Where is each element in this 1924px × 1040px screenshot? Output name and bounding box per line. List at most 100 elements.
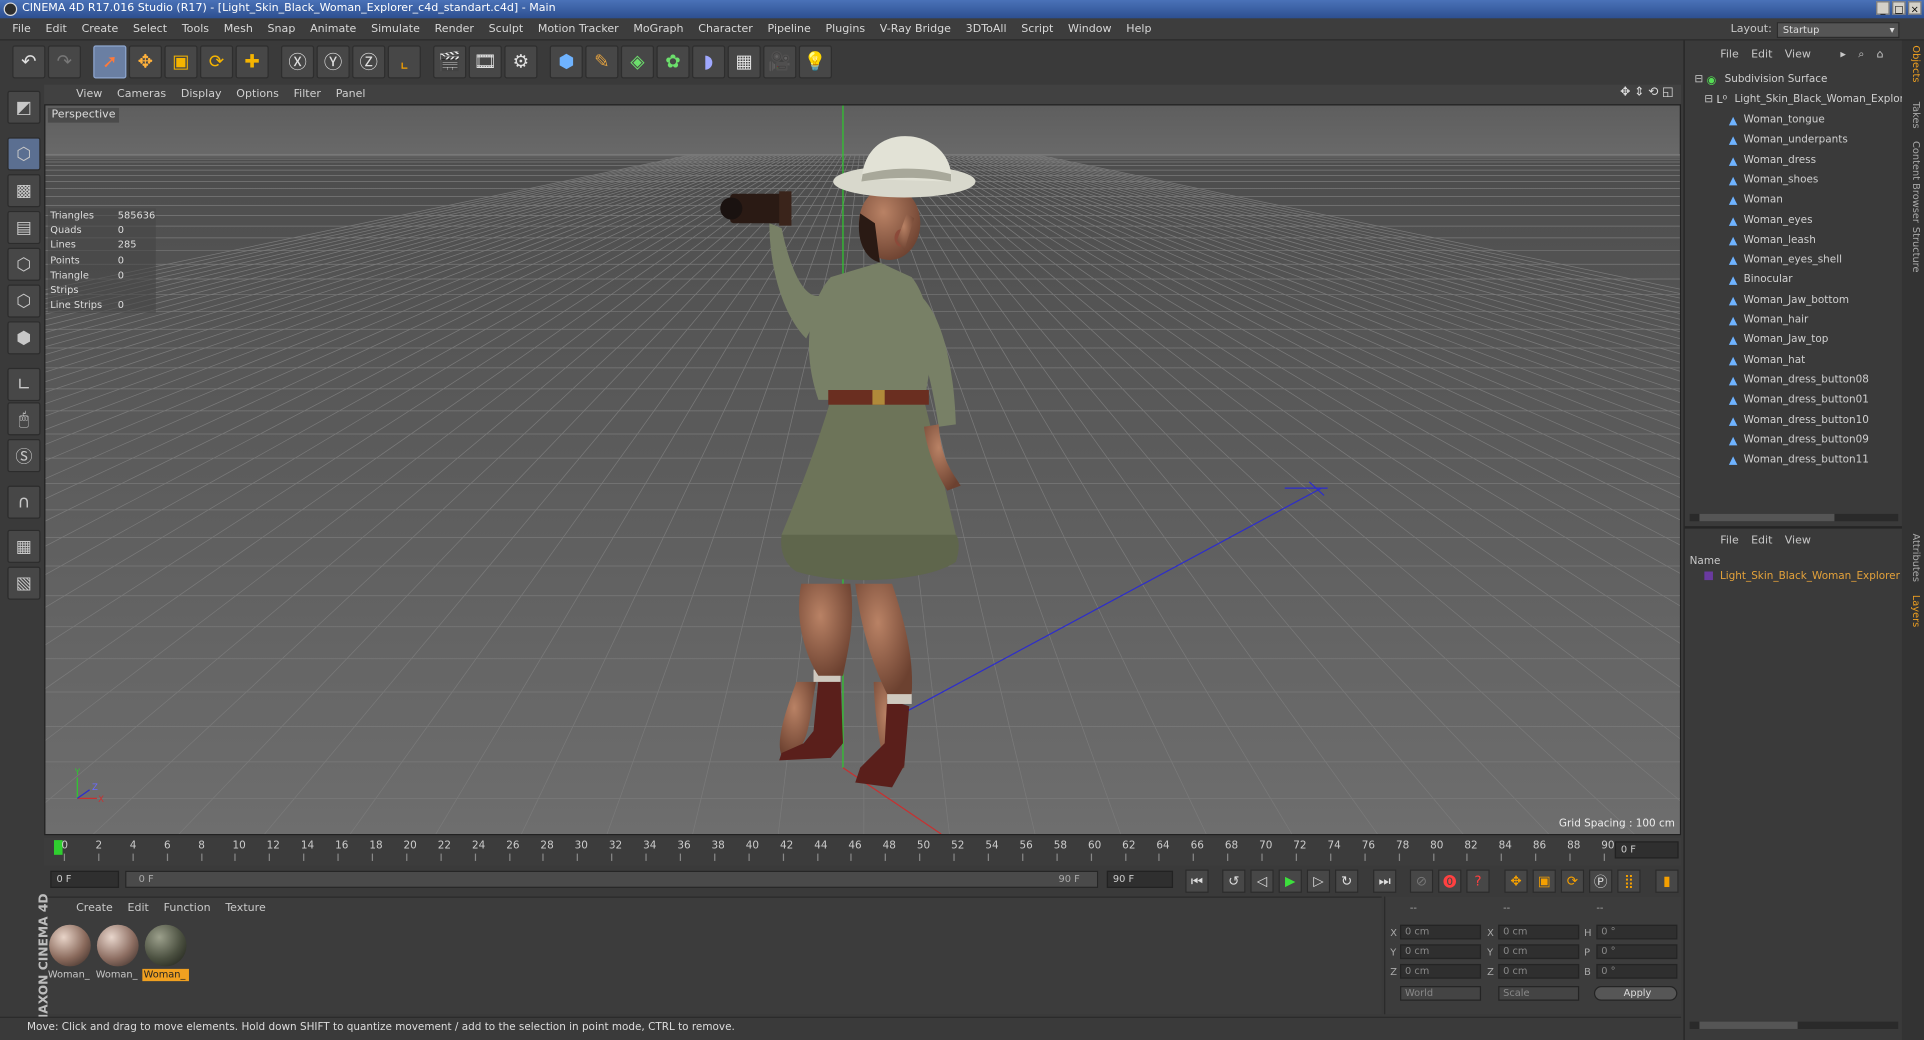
menu-help[interactable]: Help bbox=[1119, 18, 1159, 40]
layers-menu-edit[interactable]: Edit bbox=[1745, 535, 1779, 547]
pos-y-input[interactable]: 0 cm bbox=[1400, 944, 1482, 960]
undo-icon[interactable]: ↶ bbox=[12, 44, 46, 78]
material-menu-create[interactable]: Create bbox=[69, 903, 120, 915]
tweak-mode-icon[interactable]: 🖱 bbox=[7, 402, 41, 436]
solo-mode-icon[interactable]: Ⓢ bbox=[7, 439, 41, 473]
next-key-icon[interactable]: ↻ bbox=[1335, 869, 1359, 893]
deformer-icon[interactable]: ◗ bbox=[692, 44, 726, 78]
tab-layers[interactable]: Layers bbox=[1904, 595, 1922, 627]
object-row[interactable]: ▲ Woman bbox=[1685, 190, 1903, 210]
key-rotation-icon[interactable]: ⟳ bbox=[1560, 869, 1585, 893]
key-point-level-icon[interactable]: ⣿ bbox=[1617, 869, 1641, 893]
model-mode-icon[interactable]: ⬡ bbox=[7, 137, 41, 171]
viewport-menu-cameras[interactable]: Cameras bbox=[110, 88, 174, 100]
menu-script[interactable]: Script bbox=[1014, 18, 1061, 40]
viewport-menu-options[interactable]: Options bbox=[229, 88, 286, 100]
layers-horizontal-scrollbar[interactable] bbox=[1689, 1021, 1899, 1029]
layers-menu-file[interactable]: File bbox=[1714, 535, 1745, 547]
objects-menu-view[interactable]: View bbox=[1779, 49, 1817, 61]
current-frame-field[interactable]: 0 F bbox=[1614, 841, 1679, 859]
object-row[interactable]: ▲ Woman_dress_button09 bbox=[1685, 430, 1903, 450]
timeline-ruler[interactable]: 0 F 0 2 4 6 8 10 12 14 16 18 20 22 24 26 28 30 32 34 36 38 4… bbox=[44, 837, 1682, 866]
menu-mograph[interactable]: MoGraph bbox=[626, 18, 691, 40]
tab-content-browser[interactable]: Content Browser bbox=[1904, 141, 1922, 223]
axis-mode-icon[interactable]: ∟ bbox=[7, 367, 41, 402]
menu-3dtoall[interactable]: 3DToAll bbox=[958, 18, 1014, 40]
texture-mode-icon[interactable]: ▩ bbox=[7, 174, 41, 208]
go-to-end-icon[interactable]: ⏭ bbox=[1373, 869, 1397, 893]
menu-render[interactable]: Render bbox=[427, 18, 481, 40]
make-editable-icon[interactable]: ◩ bbox=[7, 90, 41, 124]
rot-h-input[interactable]: 0 ° bbox=[1596, 924, 1678, 940]
viewport-menu-display[interactable]: Display bbox=[173, 88, 228, 100]
menu-animate[interactable]: Animate bbox=[303, 18, 364, 40]
menu-tools[interactable]: Tools bbox=[174, 18, 216, 40]
material-menu-edit[interactable]: Edit bbox=[120, 903, 156, 915]
play-forward-icon[interactable]: ▶ bbox=[1278, 869, 1302, 893]
object-row[interactable]: ▲ Woman_dress_button10 bbox=[1685, 410, 1903, 430]
rot-p-input[interactable]: 0 ° bbox=[1596, 944, 1678, 960]
key-scale-icon[interactable]: ▣ bbox=[1532, 869, 1556, 893]
menu-mesh[interactable]: Mesh bbox=[216, 18, 260, 40]
menu-sculpt[interactable]: Sculpt bbox=[481, 18, 530, 40]
material-menu-texture[interactable]: Texture bbox=[218, 903, 273, 915]
floor-scene-icon[interactable]: ▦ bbox=[727, 44, 761, 78]
tab-attributes[interactable]: Attributes bbox=[1904, 533, 1922, 581]
keyframe-selection-icon[interactable]: ? bbox=[1466, 869, 1490, 893]
move-tool-icon[interactable]: ✥ bbox=[128, 44, 162, 78]
menu-window[interactable]: Window bbox=[1061, 18, 1119, 40]
layer-row[interactable]: Light_Skin_Black_Woman_Explorer bbox=[1685, 567, 1903, 587]
object-row-group[interactable]: ⊟ L⁰ Light_Skin_Black_Woman_Explorer bbox=[1685, 90, 1914, 110]
viewport-menu-panel[interactable]: Panel bbox=[328, 88, 373, 100]
snap-icon[interactable]: ∩ bbox=[7, 485, 41, 519]
object-row[interactable]: ▲ Woman_dress_button08 bbox=[1685, 370, 1903, 390]
object-row[interactable]: ▲ Woman_underpants bbox=[1685, 130, 1903, 150]
y-axis-lock-icon[interactable]: Ⓨ bbox=[316, 44, 350, 78]
key-parameter-icon[interactable]: Ⓟ bbox=[1589, 869, 1613, 893]
minimize-button[interactable]: _ bbox=[1876, 1, 1890, 15]
tab-takes[interactable]: Takes bbox=[1904, 102, 1922, 129]
z-axis-lock-icon[interactable]: Ⓩ bbox=[352, 44, 386, 78]
objects-home-icon[interactable]: ⌂ bbox=[1871, 49, 1890, 61]
viewport-rotate-icon[interactable]: ⟲ bbox=[1648, 86, 1658, 99]
cloner-icon[interactable]: ✿ bbox=[656, 44, 690, 78]
x-axis-lock-icon[interactable]: Ⓧ bbox=[280, 44, 315, 78]
scale-tool-icon[interactable]: ▣ bbox=[164, 44, 198, 78]
apply-button[interactable]: Apply bbox=[1593, 986, 1678, 1001]
menu-character[interactable]: Character bbox=[691, 18, 760, 40]
maximize-button[interactable]: □ bbox=[1892, 1, 1906, 15]
timeline-window-icon[interactable]: ▮ bbox=[1655, 869, 1679, 893]
menu-file[interactable]: File bbox=[5, 18, 38, 40]
viewport-menu-view[interactable]: View bbox=[69, 88, 110, 100]
go-to-start-icon[interactable]: ⏮ bbox=[1185, 869, 1209, 893]
render-settings-icon[interactable]: ⚙ bbox=[504, 44, 538, 78]
viewport-camera-label[interactable]: Perspective bbox=[47, 107, 120, 123]
key-position-icon[interactable]: ✥ bbox=[1504, 869, 1528, 893]
rot-b-input[interactable]: 0 ° bbox=[1596, 963, 1678, 979]
objects-arrow-icon[interactable]: ▸ bbox=[1834, 49, 1852, 61]
start-frame-field[interactable]: 0 F bbox=[50, 870, 120, 888]
light-icon[interactable]: 💡 bbox=[798, 44, 832, 78]
collapse-icon[interactable]: ⊟ bbox=[1704, 93, 1713, 105]
previous-key-icon[interactable]: ↺ bbox=[1222, 869, 1246, 893]
object-row[interactable]: ▲ Woman_eyes bbox=[1685, 210, 1903, 230]
menu-edit[interactable]: Edit bbox=[38, 18, 74, 40]
render-view-icon[interactable]: 🎬 bbox=[433, 44, 467, 78]
viewport-zoom-icon[interactable]: ⇕ bbox=[1634, 86, 1644, 99]
record-active-icon[interactable]: ⊘ bbox=[1409, 869, 1434, 893]
cube-primitive-icon[interactable]: ⬢ bbox=[549, 44, 583, 78]
polygons-mode-icon[interactable]: ⬢ bbox=[7, 321, 41, 355]
material-swatch[interactable]: Woman_ bbox=[94, 922, 141, 981]
viewport-maximize-icon[interactable]: ◱ bbox=[1662, 86, 1674, 99]
menu-plugins[interactable]: Plugins bbox=[818, 18, 872, 40]
tab-objects[interactable]: Objects bbox=[1904, 45, 1922, 82]
objects-menu-file[interactable]: File bbox=[1714, 49, 1745, 61]
object-row-root[interactable]: ⊟ ◉ Subdivision Surface bbox=[1685, 70, 1903, 90]
layers-menu-view[interactable]: View bbox=[1779, 535, 1817, 547]
layout-dropdown[interactable]: Startup bbox=[1776, 21, 1900, 38]
objects-horizontal-scrollbar[interactable] bbox=[1689, 513, 1899, 522]
tab-structure[interactable]: Structure bbox=[1904, 227, 1922, 273]
menu-select[interactable]: Select bbox=[126, 18, 175, 40]
menu-motion-tracker[interactable]: Motion Tracker bbox=[531, 18, 627, 40]
size-y-input[interactable]: 0 cm bbox=[1498, 944, 1580, 960]
